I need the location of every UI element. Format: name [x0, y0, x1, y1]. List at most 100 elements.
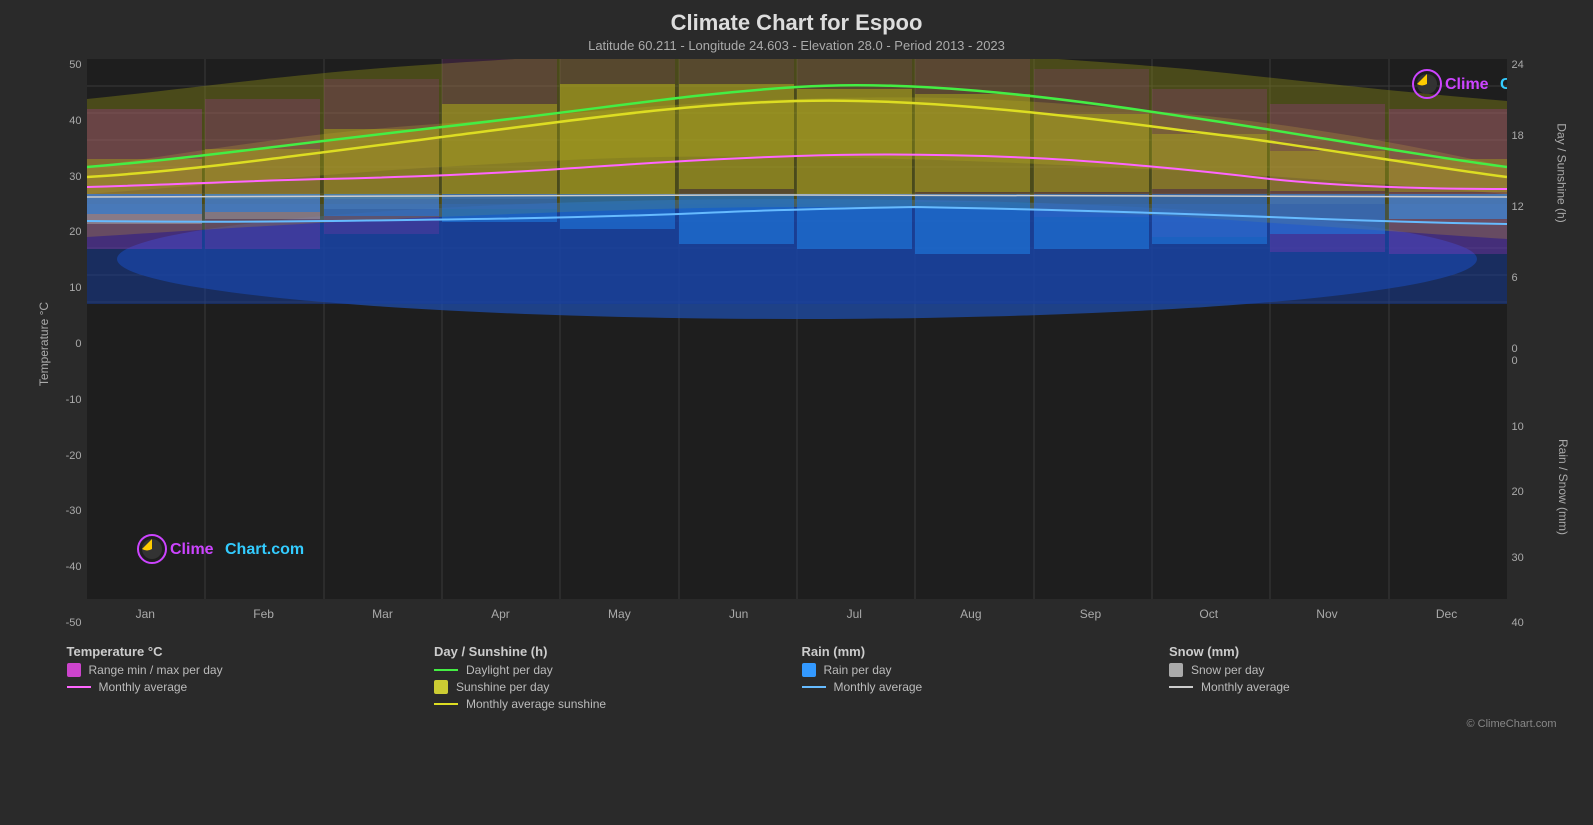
- legend-snow-day-item: Snow per day: [1169, 663, 1527, 677]
- y-axis-right-bottom-title: Rain / Snow (mm): [1556, 438, 1570, 534]
- y-axis-left-title: Temperature °C: [37, 302, 51, 386]
- rain-bars-oct: [1152, 194, 1267, 244]
- y-right-0: 0: [1512, 343, 1518, 355]
- legend-snow-avg-item: Monthly average: [1169, 680, 1527, 694]
- x-label-jun: Jun: [729, 607, 748, 621]
- sun-bars-jun: [679, 84, 794, 189]
- y-right-r40: 40: [1512, 617, 1524, 629]
- x-label-feb: Feb: [253, 607, 274, 621]
- y-left-20: 20: [69, 226, 81, 238]
- y-left-30: 30: [69, 171, 81, 183]
- sun-bars-jul: [797, 89, 912, 194]
- y-right-18: 18: [1512, 130, 1524, 142]
- legend-sunshine-item: Sunshine per day: [434, 680, 792, 694]
- legend-range-item: Range min / max per day: [67, 663, 425, 677]
- legend-rain: Rain (mm) Rain per day Monthly average: [802, 644, 1160, 714]
- daylight-swatch: [434, 669, 458, 671]
- legend-day-title: Day / Sunshine (h): [434, 644, 792, 659]
- range-swatch: [67, 663, 81, 677]
- y-axis-right-top: 24 18 12 6 0: [1507, 59, 1557, 355]
- y-axis-right-top-title: Day / Sunshine (h): [1555, 123, 1569, 222]
- x-label-jul: Jul: [847, 607, 862, 621]
- legend-temp-title: Temperature °C: [67, 644, 425, 659]
- rain-bars-nov: [1270, 194, 1385, 234]
- plot-area: Clime Chart.com Clime Chart.com: [87, 59, 1507, 599]
- legend-temp-avg-item: Monthly average: [67, 680, 425, 694]
- y-left-40: 40: [69, 115, 81, 127]
- x-axis: Jan Feb Mar Apr May Jun Jul Aug Sep Oct …: [87, 599, 1507, 629]
- legend-sunshine-avg-label: Monthly average sunshine: [466, 697, 606, 711]
- sun-bars-oct: [1152, 134, 1267, 189]
- legend-snow-title: Snow (mm): [1169, 644, 1527, 659]
- legend-temp: Temperature °C Range min / max per day M…: [67, 644, 425, 714]
- y-left-n30: -30: [66, 505, 82, 517]
- x-label-dec: Dec: [1436, 607, 1457, 621]
- logo-bottom-left-svg: Clime Chart.com: [138, 535, 304, 563]
- sun-bars-sep: [1034, 114, 1149, 192]
- sun-bars-feb: [205, 149, 320, 199]
- legend-snow-avg-label: Monthly average: [1201, 680, 1290, 694]
- legend-rain-day-label: Rain per day: [824, 663, 892, 677]
- svg-text:Clime: Clime: [170, 541, 214, 558]
- snow-avg-swatch: [1169, 686, 1193, 688]
- legend-daylight-item: Daylight per day: [434, 663, 792, 677]
- legend-sunshine-avg-item: Monthly average sunshine: [434, 697, 792, 711]
- legend-daylight-label: Daylight per day: [466, 663, 553, 677]
- legend-rain-avg-label: Monthly average: [834, 680, 923, 694]
- rain-bars-mar: [324, 194, 439, 216]
- y-axis-right-bottom: 0 10 20 30 40: [1507, 355, 1557, 629]
- legend-range-label: Range min / max per day: [89, 663, 223, 677]
- logo-top-right-svg: Clime Chart.com: [1413, 70, 1507, 98]
- y-left-n40: -40: [66, 561, 82, 573]
- legend-rain-day-item: Rain per day: [802, 663, 1160, 677]
- x-label-may: May: [608, 607, 631, 621]
- svg-text:Clime: Clime: [1445, 76, 1489, 93]
- temp-avg-swatch: [67, 686, 91, 688]
- x-label-oct: Oct: [1199, 607, 1218, 621]
- sunshine-avg-swatch: [434, 703, 458, 705]
- y-right-r0: 0: [1512, 355, 1518, 367]
- legend-day: Day / Sunshine (h) Daylight per day Suns…: [434, 644, 792, 714]
- legend-snow-day-label: Snow per day: [1191, 663, 1264, 677]
- x-label-mar: Mar: [372, 607, 393, 621]
- rain-day-swatch: [802, 663, 816, 677]
- y-left-10: 10: [69, 282, 81, 294]
- y-left-n10: -10: [66, 394, 82, 406]
- y-right-r10: 10: [1512, 421, 1524, 433]
- y-right-12: 12: [1512, 201, 1524, 213]
- legend-rain-title: Rain (mm): [802, 644, 1160, 659]
- x-label-jan: Jan: [136, 607, 155, 621]
- rain-bars-dec: [1389, 194, 1507, 219]
- sun-bars-apr: [442, 104, 557, 194]
- rain-bars-aug: [915, 194, 1030, 254]
- rain-bars-may: [560, 194, 675, 229]
- x-label-apr: Apr: [491, 607, 510, 621]
- rain-avg-swatch: [802, 686, 826, 688]
- x-label-sep: Sep: [1080, 607, 1101, 621]
- legend-snow: Snow (mm) Snow per day Monthly average: [1169, 644, 1527, 714]
- sunshine-swatch: [434, 680, 448, 694]
- y-right-r30: 30: [1512, 552, 1524, 564]
- rain-bars-jul: [797, 194, 912, 249]
- snow-day-swatch: [1169, 663, 1183, 677]
- y-left-50: 50: [69, 59, 81, 71]
- y-left-n20: -20: [66, 450, 82, 462]
- legend-sunshine-label: Sunshine per day: [456, 680, 549, 694]
- y-left-0: 0: [75, 338, 81, 350]
- y-right-6: 6: [1512, 272, 1518, 284]
- x-label-aug: Aug: [960, 607, 981, 621]
- copyright: © ClimeChart.com: [37, 718, 1557, 730]
- svg-text:Chart.com: Chart.com: [1500, 76, 1507, 93]
- chart-svg: Clime Chart.com Clime Chart.com: [87, 59, 1507, 599]
- chart-area: 50 40 30 20 10 0 -10 -20 -30 -40 -50 24 …: [37, 59, 1557, 629]
- page-wrapper: Climate Chart for Espoo Latitude 60.211 …: [0, 0, 1593, 825]
- y-right-r20: 20: [1512, 486, 1524, 498]
- legend-area: Temperature °C Range min / max per day M…: [37, 634, 1557, 714]
- rain-bars-jun: [679, 194, 794, 244]
- legend-temp-avg-label: Monthly average: [99, 680, 188, 694]
- y-right-24: 24: [1512, 59, 1524, 71]
- chart-title: Climate Chart for Espoo: [671, 10, 923, 36]
- chart-subtitle: Latitude 60.211 - Longitude 24.603 - Ele…: [588, 38, 1005, 53]
- y-left-n50: -50: [66, 617, 82, 629]
- x-label-nov: Nov: [1316, 607, 1337, 621]
